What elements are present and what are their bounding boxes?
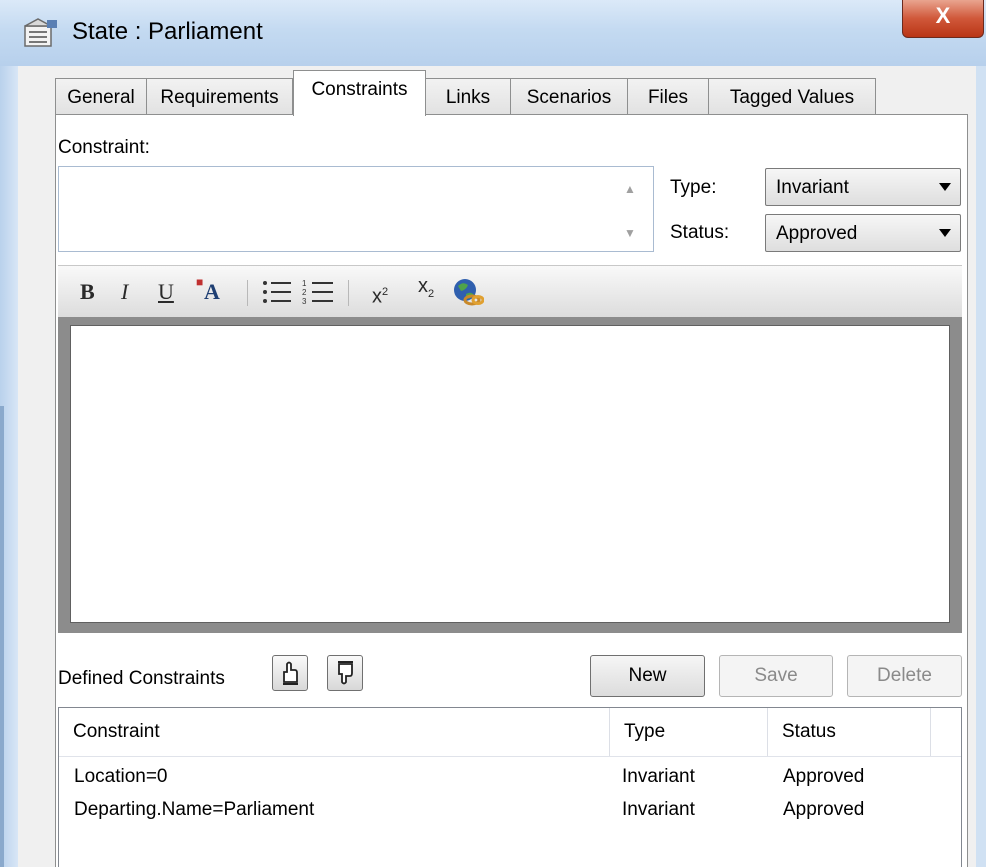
defined-constraints-label: Defined Constraints [58,668,225,689]
state-window-icon [24,18,58,48]
constraint-input[interactable] [58,166,654,252]
row-type: Invariant [622,799,695,820]
status-dropdown-value: Approved [776,223,858,244]
notes-editor[interactable] [70,325,950,623]
title-bar: State : Parliament X [0,0,986,66]
row-type: Invariant [622,766,695,787]
toolbar-separator [348,280,349,306]
type-dropdown-value: Invariant [776,177,849,198]
tab-label: General [67,87,135,108]
tab-scenarios[interactable]: Scenarios [510,78,628,114]
tab-label: Scenarios [526,87,612,108]
list-header: Constraint Type Status [59,708,961,757]
bold-icon[interactable]: B [80,277,95,307]
close-button[interactable]: X [902,0,984,38]
tab-label: Requirements [160,87,279,108]
superscript-mark: 2 [382,286,389,298]
move-down-button[interactable] [327,655,363,691]
tab-label: Links [445,87,491,108]
tab-links[interactable]: Links [425,78,511,114]
column-header-constraint[interactable]: Constraint [59,708,610,756]
window-frame-left [0,66,18,867]
font-color-button[interactable]: ■ A [194,275,234,307]
tab-tagged-values[interactable]: Tagged Values [708,78,876,114]
tab-label: Files [647,87,689,108]
tab-requirements[interactable]: Requirements [146,78,293,114]
underline-icon[interactable]: U [158,277,174,307]
move-up-button[interactable] [272,655,308,691]
new-button[interactable]: New [590,655,705,697]
row-constraint: Location=0 [74,766,168,787]
svg-text:3: 3 [302,297,307,305]
numbered-list-icon[interactable]: 1 2 3 [302,277,334,307]
window-title: State : Parliament [72,18,263,45]
column-header-status[interactable]: Status [768,708,931,756]
window-frame-right [976,66,986,867]
chevron-down-icon [939,183,951,191]
constraint-label: Constraint: [58,137,150,158]
tab-files[interactable]: Files [627,78,709,114]
save-button[interactable]: Save [719,655,833,697]
subscript-icon[interactable]: x2 [418,271,434,301]
column-header-type[interactable]: Type [610,708,768,756]
status-label: Status: [670,222,730,243]
svg-text:2: 2 [302,288,307,297]
bullet-list-icon[interactable] [262,277,292,307]
row-status: Approved [783,799,865,820]
scroll-up-arrow-icon[interactable]: ▲ [624,182,636,196]
superscript-icon[interactable]: x2 [372,277,389,308]
type-label: Type: [670,177,717,198]
hand-up-icon [283,661,298,685]
hand-down-icon [338,661,353,685]
toolbar-separator [247,280,248,306]
hyperlink-globe-icon[interactable] [452,277,485,307]
chevron-down-icon [939,229,951,237]
row-status: Approved [783,766,865,787]
status-dropdown[interactable]: Approved [765,214,961,252]
superscript-base: x [372,285,382,308]
delete-button[interactable]: Delete [847,655,962,697]
close-icon: X [935,3,951,28]
subscript-mark: 2 [428,288,435,300]
scroll-down-arrow-icon[interactable]: ▼ [624,226,636,240]
svg-text:1: 1 [302,279,307,288]
tab-label: Constraints [311,79,408,100]
tab-general[interactable]: General [55,78,147,114]
tab-constraints[interactable]: Constraints [293,70,426,116]
row-constraint: Departing.Name=Parliament [74,799,315,820]
tab-label: Tagged Values [729,87,855,108]
font-color-icon: A [204,279,220,304]
subscript-base: x [418,275,428,297]
type-dropdown[interactable]: Invariant [765,168,961,206]
italic-icon[interactable]: I [121,277,128,307]
